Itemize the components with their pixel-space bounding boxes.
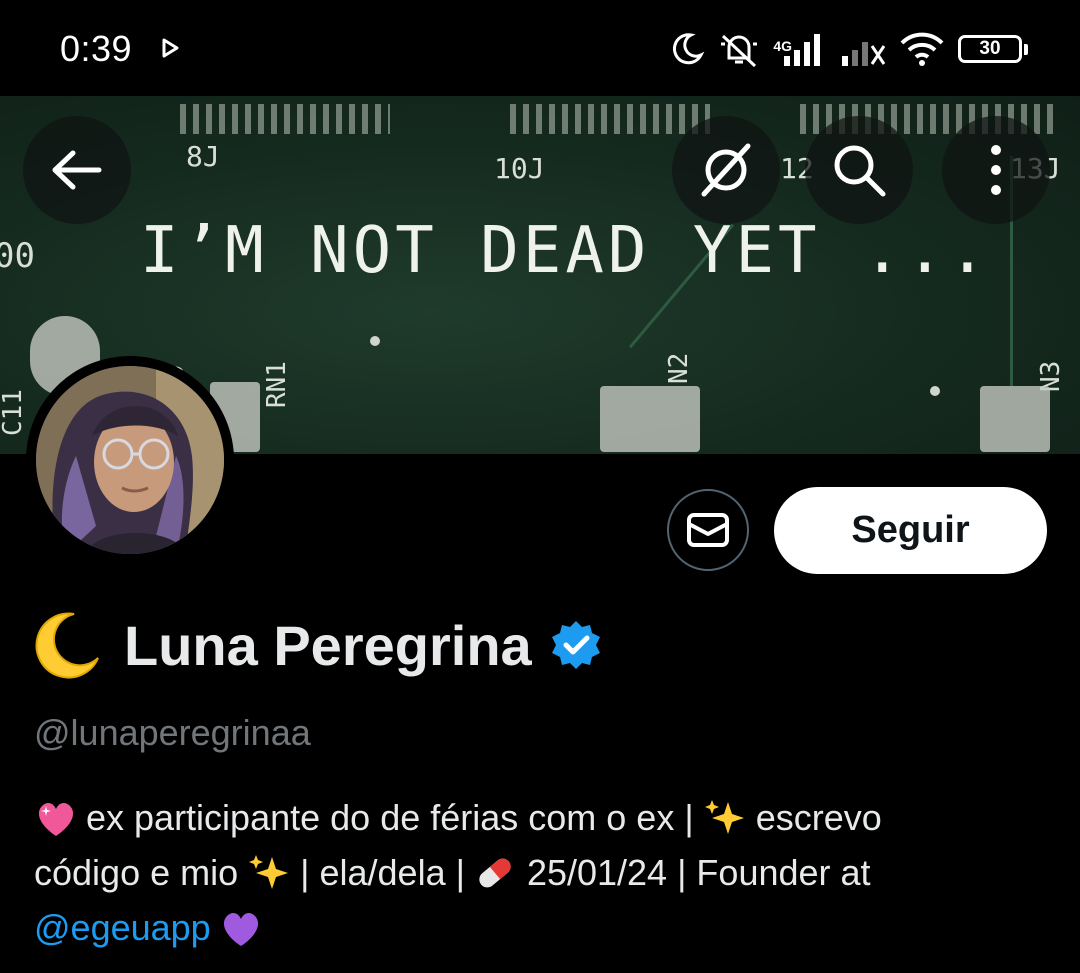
- avatar-image: [36, 366, 224, 554]
- bio-text: 25/01/24 | Founder at: [526, 852, 871, 893]
- profile-bio: ex participante do de férias com o ex | …: [34, 790, 1044, 955]
- network-type-label: 4G: [773, 38, 792, 54]
- bio-mention-link[interactable]: @egeuapp: [34, 900, 211, 955]
- bio-line: código e mio | ela/dela | 25/01/24 | Fou…: [34, 845, 1044, 900]
- banner-pad: [600, 386, 700, 452]
- search-button[interactable]: [805, 116, 913, 224]
- bio-line: ex participante do de férias com o ex | …: [34, 790, 1044, 845]
- profile-name-row: Luna Peregrina: [34, 610, 602, 680]
- follow-button[interactable]: Seguir: [774, 487, 1047, 574]
- status-bar: 0:39 4G 30: [0, 0, 1080, 96]
- bio-text: código e mio: [34, 852, 239, 893]
- purple-heart-emoji: [223, 912, 258, 946]
- sparkling-heart-emoji: [38, 802, 74, 836]
- play-store-icon: [162, 38, 179, 58]
- bio-line: @egeuapp: [34, 900, 1044, 955]
- search-icon: [834, 145, 886, 197]
- banner-text: I’M NOT DEAD YET ...: [140, 214, 991, 288]
- banner-label: RN1: [262, 361, 292, 408]
- message-button[interactable]: [667, 489, 749, 571]
- profile-handle: @lunaperegrinaa: [34, 712, 311, 753]
- crescent-moon-emoji: [35, 612, 99, 679]
- sparkles-emoji: [704, 799, 744, 834]
- bio-text: escrevo: [755, 797, 882, 838]
- banner-dot: [370, 336, 380, 346]
- more-vertical-icon: [991, 145, 1001, 195]
- banner-label: C11: [0, 389, 28, 436]
- profile-name: Luna Peregrina: [124, 613, 532, 677]
- sparkles-emoji: [249, 854, 289, 889]
- verified-badge-icon: [551, 621, 600, 669]
- more-button[interactable]: [942, 116, 1050, 224]
- back-button[interactable]: [23, 116, 131, 224]
- banner-dot: [930, 386, 940, 396]
- banner-label: 10J: [494, 152, 545, 185]
- bell-off-icon: [721, 34, 758, 68]
- banner-chip: [510, 104, 710, 134]
- battery-icon: 30: [958, 35, 1028, 63]
- signal-weak-icon: [842, 42, 886, 66]
- mute-button[interactable]: [672, 116, 780, 224]
- status-icons: 4G 30: [669, 24, 1028, 74]
- eye-slash-icon: [701, 143, 751, 197]
- banner-chip: [180, 104, 390, 134]
- bio-text: ex participante do de férias com o ex |: [86, 797, 694, 838]
- moon-dnd-icon: [673, 33, 705, 65]
- status-time: 0:39: [60, 28, 133, 69]
- bio-text: | ela/dela |: [300, 852, 465, 893]
- banner-label: 8J: [186, 140, 220, 173]
- banner-label: 00: [0, 236, 35, 276]
- envelope-icon: [687, 513, 729, 547]
- pill-emoji: [479, 858, 511, 887]
- avatar[interactable]: [26, 356, 234, 564]
- wifi-icon: [900, 32, 944, 66]
- battery-level: 30: [979, 38, 1001, 59]
- banner-label: N2: [664, 352, 694, 384]
- arrow-left-icon: [52, 150, 102, 190]
- banner-pad: [980, 386, 1050, 452]
